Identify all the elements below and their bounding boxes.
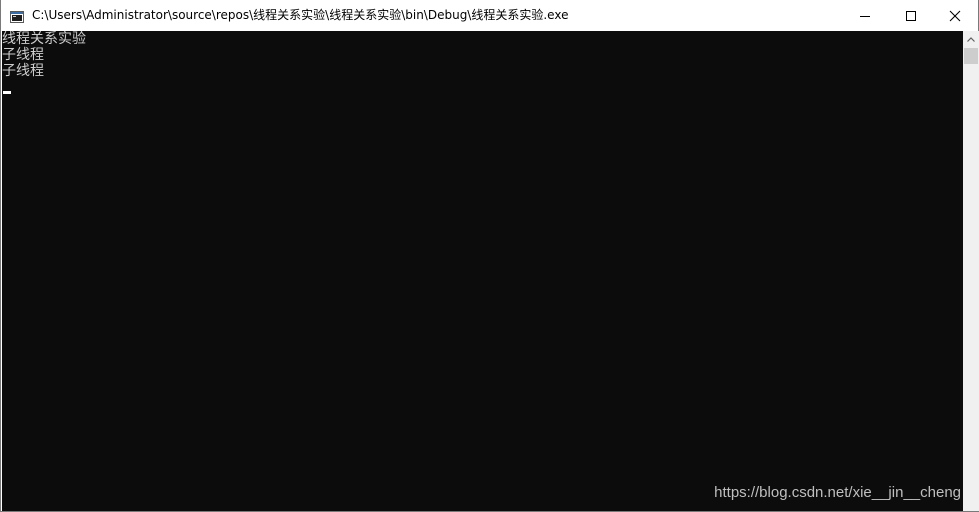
scroll-up-button[interactable] [963, 31, 979, 47]
watermark-text: https://blog.csdn.net/xie__jin__cheng [714, 484, 961, 501]
chevron-up-icon [967, 36, 975, 42]
text-cursor [3, 91, 11, 94]
title-bar[interactable]: C:\Users\Administrator\source\repos\线程关系… [1, 0, 978, 31]
minimize-icon [860, 15, 870, 17]
vertical-scrollbar[interactable] [963, 31, 979, 511]
console-line: 子线程 [2, 47, 44, 63]
console-output[interactable]: 线程关系实验 子线程 子线程 https://blog.csdn.net/xie… [2, 31, 963, 511]
console-line: 线程关系实验 [2, 31, 86, 47]
close-icon [949, 10, 961, 21]
window-title: C:\Users\Administrator\source\repos\线程关系… [32, 8, 569, 22]
console-app-icon[interactable] [10, 8, 24, 23]
close-button[interactable] [932, 0, 978, 31]
console-line: 子线程 [2, 63, 44, 79]
maximize-button[interactable] [888, 0, 934, 31]
maximize-icon [906, 10, 916, 21]
minimize-button[interactable] [842, 0, 888, 31]
console-window: C:\Users\Administrator\source\repos\线程关系… [0, 0, 979, 512]
scrollbar-thumb[interactable] [964, 48, 978, 64]
